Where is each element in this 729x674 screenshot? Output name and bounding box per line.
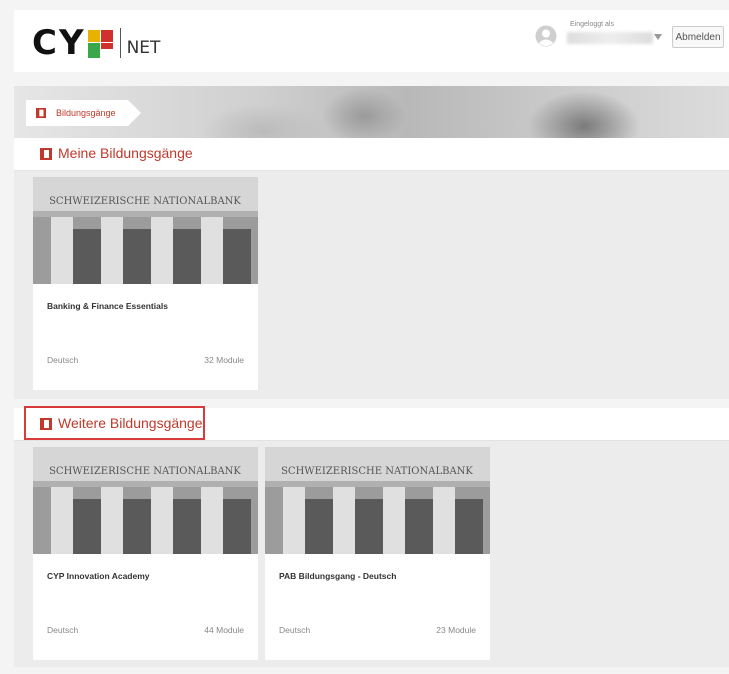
bookmark-icon <box>40 148 52 160</box>
cyp-net-logo[interactable]: CY NET <box>32 26 160 60</box>
logo-net: NET <box>126 38 161 58</box>
logo-separator <box>119 28 121 58</box>
card-image-caption: SCHWEIZERISCHE NATIONALBANK <box>49 466 241 477</box>
course-title: CYP Innovation Academy <box>47 571 150 581</box>
logo-letters: CY <box>32 23 86 63</box>
more-programs-grid: SCHWEIZERISCHE NATIONALBANK CYP Innovati… <box>14 441 729 667</box>
my-programs-grid: SCHWEIZERISCHE NATIONALBANK Banking & Fi… <box>14 171 729 399</box>
course-card[interactable]: SCHWEIZERISCHE NATIONALBANK Banking & Fi… <box>33 177 258 390</box>
bank-building-image: SCHWEIZERISCHE NATIONALBANK <box>33 447 258 554</box>
course-language: Deutsch <box>47 355 79 365</box>
bank-building-image: SCHWEIZERISCHE NATIONALBANK <box>265 447 490 554</box>
logout-button[interactable]: Abmelden <box>672 26 724 48</box>
logged-in-label: Eingeloggt als <box>570 21 614 28</box>
user-menu-caret-icon[interactable] <box>654 34 662 40</box>
bookmark-icon <box>36 108 46 118</box>
app-header: CY NET Eingeloggt als Abmelden <box>14 10 729 72</box>
course-module-count: 23 Module <box>436 625 476 635</box>
user-name-redacted <box>567 32 653 44</box>
bank-building-image: SCHWEIZERISCHE NATIONALBANK <box>33 177 258 284</box>
section-title: Meine Bildungsgänge <box>58 145 193 161</box>
hero-banner: Bildungsgänge <box>14 86 729 138</box>
card-image-caption: SCHWEIZERISCHE NATIONALBANK <box>49 196 241 207</box>
course-card[interactable]: SCHWEIZERISCHE NATIONALBANK CYP Innovati… <box>33 447 258 660</box>
user-avatar-icon[interactable] <box>535 25 557 47</box>
course-module-count: 44 Module <box>204 625 244 635</box>
card-image-caption: SCHWEIZERISCHE NATIONALBANK <box>281 466 473 477</box>
breadcrumb-label: Bildungsgänge <box>56 108 116 118</box>
breadcrumb[interactable]: Bildungsgänge <box>26 100 141 126</box>
section-my-programs: Meine Bildungsgänge <box>14 138 729 171</box>
course-language: Deutsch <box>279 625 311 635</box>
course-language: Deutsch <box>47 625 79 635</box>
logo-p-mark-icon <box>87 30 113 58</box>
course-title: Banking & Finance Essentials <box>47 301 168 311</box>
course-card[interactable]: SCHWEIZERISCHE NATIONALBANK PAB Bildungs… <box>265 447 490 660</box>
course-title: PAB Bildungsgang - Deutsch <box>279 571 397 581</box>
highlight-annotation <box>24 406 205 440</box>
course-module-count: 32 Module <box>204 355 244 365</box>
